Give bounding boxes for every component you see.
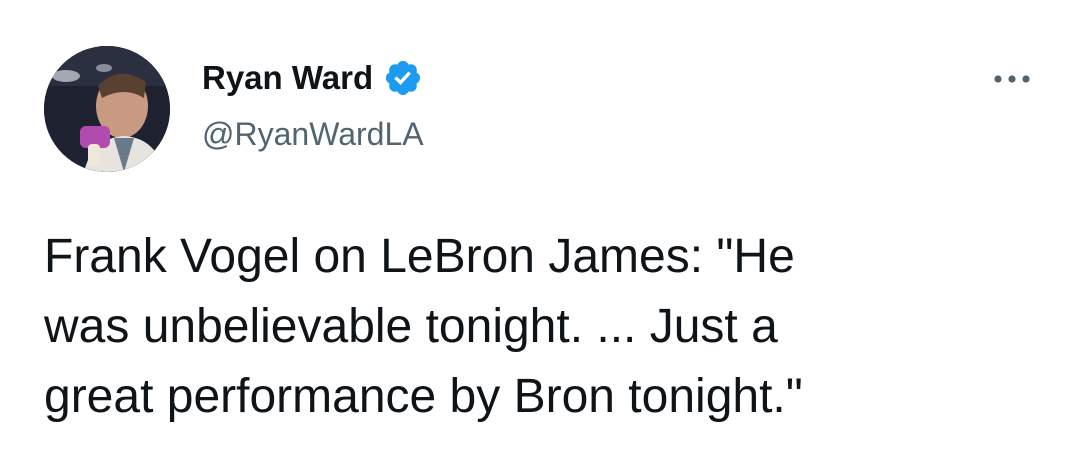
more-options-icon[interactable]	[988, 64, 1036, 94]
tweet-text: Frank Vogel on LeBron James: "He was unb…	[44, 230, 803, 423]
handle[interactable]: @RyanWardLA	[202, 114, 424, 154]
avatar[interactable]	[44, 46, 170, 172]
avatar-image	[44, 46, 170, 172]
display-name[interactable]: Ryan Ward	[202, 58, 373, 98]
verified-badge-icon	[383, 58, 423, 98]
tweet-card: Ryan Ward @RyanWardLA Frank Vogel on LeB…	[0, 0, 1080, 461]
author-row: Ryan Ward	[202, 58, 423, 98]
